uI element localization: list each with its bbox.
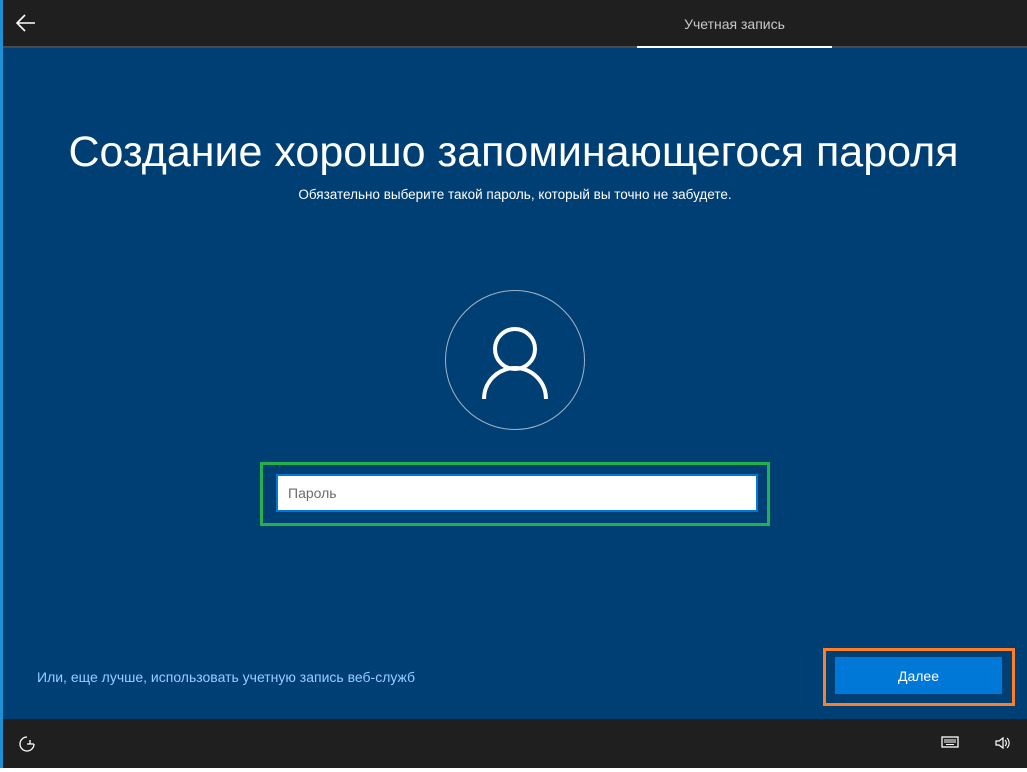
ease-of-access-icon[interactable]: [18, 735, 36, 757]
tab-account[interactable]: Учетная запись: [637, 16, 832, 32]
next-button[interactable]: Далее: [835, 657, 1002, 694]
back-arrow-icon[interactable]: [14, 11, 38, 35]
bottom-bar: [3, 719, 1027, 768]
volume-icon[interactable]: [994, 735, 1010, 755]
page-title: Создание хорошо запоминающегося пароля: [68, 128, 959, 176]
page-subtitle: Обязательно выберите такой пароль, котор…: [298, 187, 732, 202]
top-bar: [3, 0, 1027, 46]
keyboard-icon[interactable]: [941, 735, 959, 753]
password-input[interactable]: [276, 474, 758, 512]
user-avatar: [445, 290, 585, 430]
web-account-link[interactable]: Или, еще лучше, использовать учетную зап…: [37, 669, 415, 685]
user-icon: [482, 327, 548, 400]
